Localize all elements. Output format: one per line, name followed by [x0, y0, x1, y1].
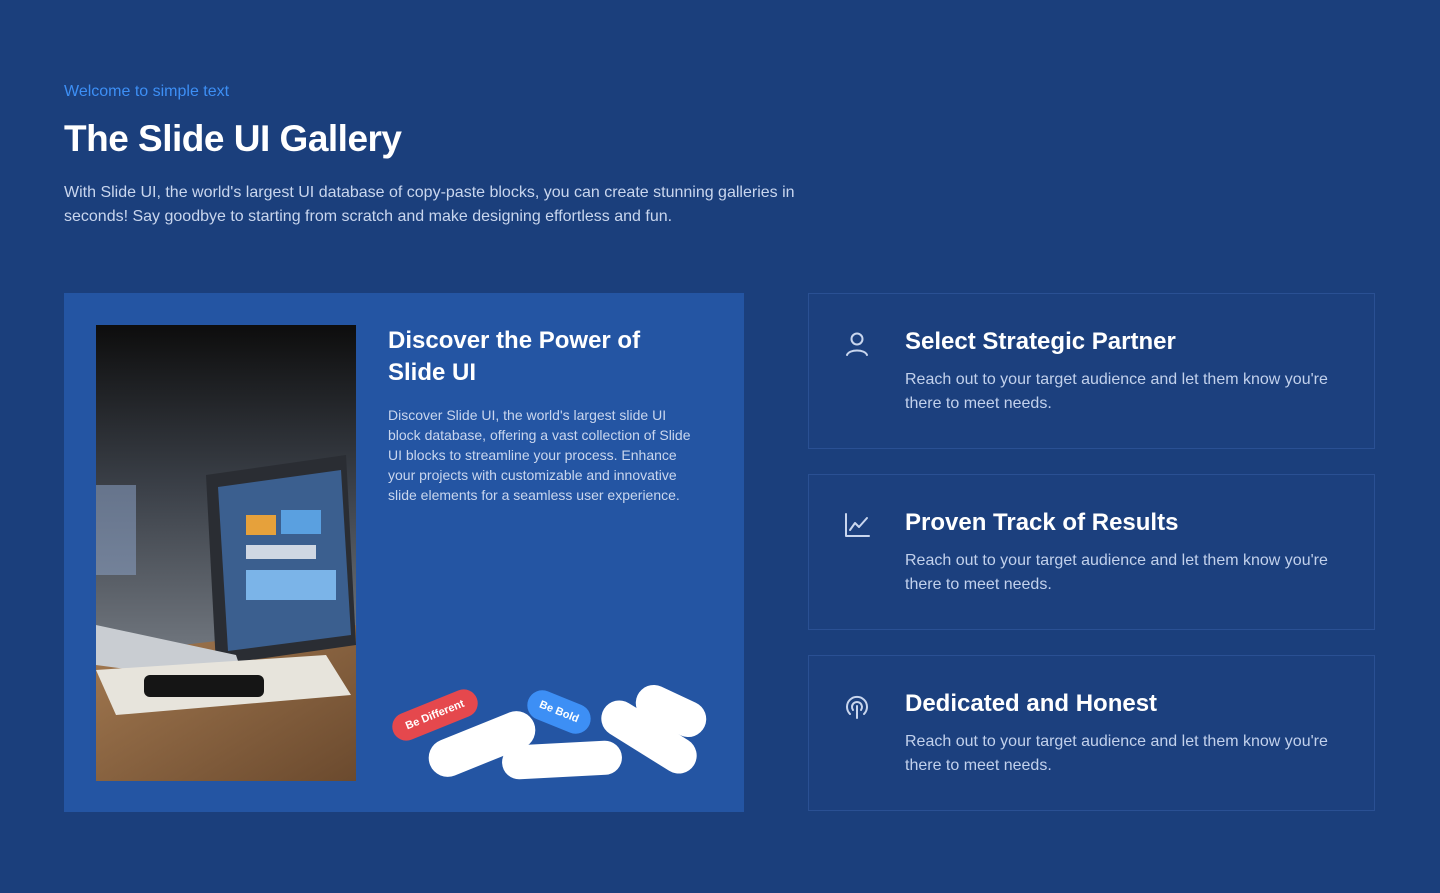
feature-card: Dedicated and Honest Reach out to your t… — [808, 655, 1375, 811]
feature-description: Reach out to your target audience and le… — [905, 733, 1328, 774]
hero-card: Discover the Power of Slide UI Discover … — [64, 293, 744, 812]
feature-description: Reach out to your target audience and le… — [905, 552, 1328, 593]
intro-paragraph: With Slide UI, the world's largest UI da… — [64, 184, 795, 225]
hero-title: Discover the Power of Slide UI — [388, 327, 641, 386]
feature-title: Select Strategic Partner — [905, 328, 1176, 355]
tag-be-bold-label: Be Bold — [537, 698, 581, 726]
signal-icon — [846, 695, 868, 719]
feature-card: Select Strategic Partner Reach out to yo… — [808, 293, 1375, 449]
decorative-pills: Be Different Be Bold — [384, 679, 724, 793]
line-chart-icon — [845, 513, 870, 537]
feature-description: Reach out to your target audience and le… — [905, 371, 1328, 412]
laptop-photo — [96, 325, 356, 781]
pill-shape — [501, 739, 623, 781]
feature-title: Proven Track of Results — [905, 509, 1179, 536]
eyebrow-text: Welcome to simple text — [64, 83, 230, 100]
tag-be-different-label: Be Different — [403, 697, 467, 733]
page-title: The Slide UI Gallery — [64, 118, 402, 159]
hero-description: Discover Slide UI, the world's largest s… — [388, 407, 691, 503]
feature-title: Dedicated and Honest — [905, 690, 1158, 717]
laptop-photo-illustration — [96, 325, 356, 781]
user-icon — [846, 332, 868, 356]
feature-card: Proven Track of Results Reach out to you… — [808, 474, 1375, 630]
